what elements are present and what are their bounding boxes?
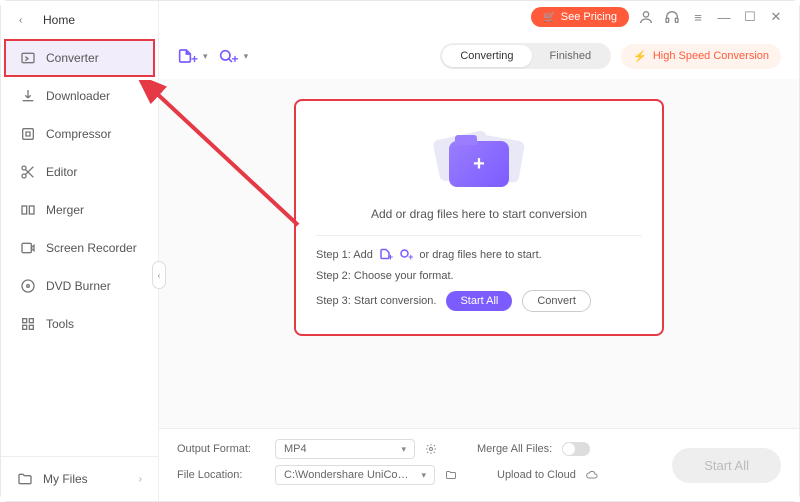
cloud-icon[interactable] [586, 469, 598, 481]
step-1: Step 1: Add + + or drag files here to st… [316, 248, 642, 262]
see-pricing-button[interactable]: 🛒 See Pricing [531, 7, 629, 27]
sidebar-item-editor[interactable]: Editor [4, 153, 155, 191]
dropzone[interactable]: + Add or drag files here to start conver… [294, 99, 664, 336]
file-location-select[interactable]: C:\Wondershare UniConverter ▾ [275, 465, 435, 485]
sidebar-item-label: Downloader [46, 89, 110, 103]
sidebar-item-merger[interactable]: Merger [4, 191, 155, 229]
convert-button[interactable]: Convert [522, 290, 591, 312]
window-topbar: 🛒 See Pricing ≡ — ☐ ✕ [159, 1, 799, 33]
chevron-down-icon: ▾ [421, 470, 426, 481]
sidebar-item-label: Converter [46, 51, 99, 65]
add-file-button[interactable]: + ▾ [177, 46, 208, 66]
high-speed-label: High Speed Conversion [653, 50, 769, 62]
dropzone-text: Add or drag files here to start conversi… [371, 207, 587, 221]
sidebar-home-label: Home [43, 13, 75, 27]
status-tabs: Converting Finished [440, 43, 611, 69]
open-folder-icon[interactable] [445, 469, 457, 481]
close-icon[interactable]: ✕ [767, 8, 785, 26]
merge-label: Merge All Files: [477, 443, 552, 455]
content-area: + Add or drag files here to start conver… [159, 79, 799, 428]
record-icon [20, 240, 36, 256]
sidebar-item-label: Compressor [46, 127, 111, 141]
folder-plus-icon: + [449, 141, 509, 187]
bolt-icon: ⚡ [633, 50, 647, 63]
settings-gear-icon[interactable] [425, 443, 437, 455]
tab-converting[interactable]: Converting [442, 45, 531, 67]
converter-icon [20, 50, 36, 66]
download-icon [20, 88, 36, 104]
merge-toggle[interactable] [562, 442, 590, 456]
disc-icon [20, 278, 36, 294]
sidebar-item-downloader[interactable]: Downloader [4, 77, 155, 115]
sidebar-item-compressor[interactable]: Compressor [4, 115, 155, 153]
add-url-button[interactable]: + ▾ [218, 46, 249, 66]
folder-icon [17, 471, 33, 487]
chevron-down-icon: ▾ [244, 51, 249, 62]
add-file-icon: + [379, 248, 393, 262]
dropzone-steps: Step 1: Add + + or drag files here to st… [316, 235, 642, 312]
merge-icon [20, 202, 36, 218]
chevron-right-icon: › [139, 474, 142, 485]
chevron-down-icon: ▾ [401, 444, 406, 455]
start-all-button[interactable]: Start All [672, 448, 781, 483]
start-all-button-small[interactable]: Start All [446, 291, 512, 311]
sidebar-item-label: Tools [46, 317, 74, 331]
output-format-label: Output Format: [177, 443, 265, 455]
sidebar-item-label: Merger [46, 203, 84, 217]
upload-cloud-label: Upload to Cloud [497, 469, 576, 481]
sidebar-item-tools[interactable]: Tools [4, 305, 155, 343]
grid-icon [20, 316, 36, 332]
sidebar-item-screen-recorder[interactable]: Screen Recorder [4, 229, 155, 267]
sidebar: ‹ Home Converter Downloader Compressor E… [1, 1, 159, 501]
dropzone-illustration: + Add or drag files here to start conver… [316, 119, 642, 235]
toolbar: + ▾ + ▾ Converting Finished ⚡ High Speed… [159, 33, 799, 79]
sidebar-item-converter[interactable]: Converter [4, 39, 155, 77]
bottom-bar: Output Format: MP4 ▾ Merge All Files: Fi… [159, 428, 799, 501]
user-icon[interactable] [637, 8, 655, 26]
output-format-select[interactable]: MP4 ▾ [275, 439, 415, 459]
sidebar-item-label: Editor [46, 165, 77, 179]
chevron-left-icon: ‹ [19, 15, 29, 26]
tab-finished[interactable]: Finished [532, 45, 610, 67]
minimize-icon[interactable]: — [715, 8, 733, 26]
headset-icon[interactable] [663, 8, 681, 26]
sidebar-item-dvd-burner[interactable]: DVD Burner [4, 267, 155, 305]
sidebar-home[interactable]: ‹ Home [1, 1, 158, 39]
cart-icon: 🛒 [543, 12, 555, 23]
high-speed-conversion-button[interactable]: ⚡ High Speed Conversion [621, 44, 781, 69]
myfiles-label: My Files [43, 472, 88, 486]
main-panel: 🛒 See Pricing ≡ — ☐ ✕ + ▾ + ▾ Conve [159, 1, 799, 501]
compress-icon [20, 126, 36, 142]
chevron-down-icon: ▾ [203, 51, 208, 62]
add-url-icon: + [399, 248, 413, 262]
sidebar-myfiles[interactable]: My Files › [1, 457, 158, 501]
sidebar-item-label: Screen Recorder [46, 241, 137, 255]
scissors-icon [20, 164, 36, 180]
file-location-label: File Location: [177, 469, 265, 481]
sidebar-item-label: DVD Burner [46, 279, 111, 293]
see-pricing-label: See Pricing [561, 11, 617, 23]
maximize-icon[interactable]: ☐ [741, 8, 759, 26]
menu-icon[interactable]: ≡ [689, 8, 707, 26]
step-3: Step 3: Start conversion. Start All Conv… [316, 290, 642, 312]
step-2: Step 2: Choose your format. [316, 270, 642, 282]
